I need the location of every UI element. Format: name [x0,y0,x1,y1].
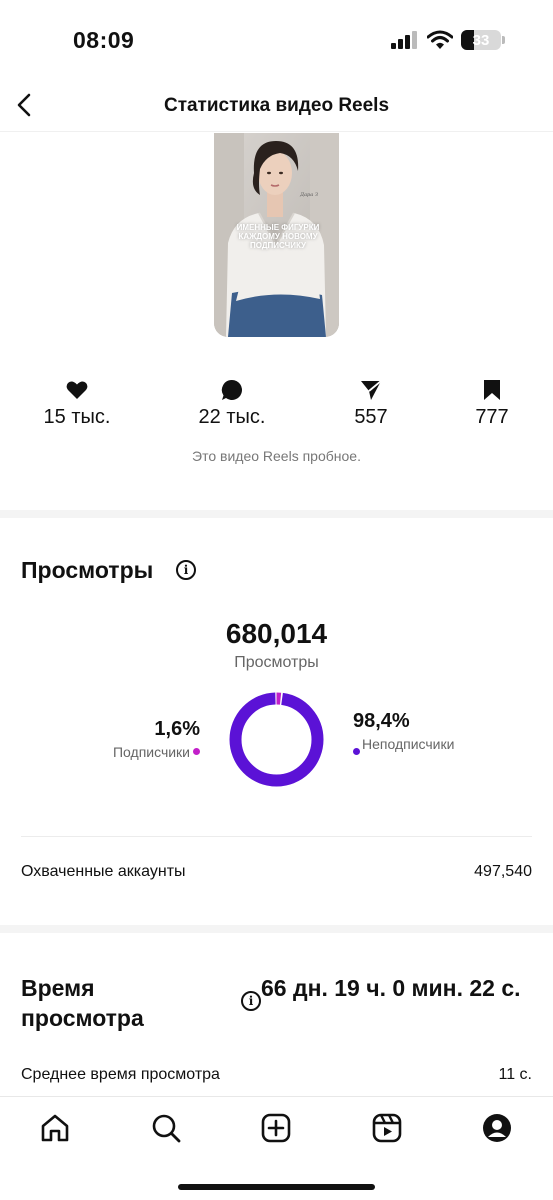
home-icon [41,1114,69,1142]
likes-count: 15 тыс. [43,406,111,428]
status-icons: 33 [391,30,505,50]
share-icon [361,380,382,400]
page-title: Статистика видео Reels [163,95,390,116]
reached-accounts-value: 497,540 [474,863,532,880]
followers-label: Подписчики [112,744,190,760]
followers-legend-dot [193,748,200,755]
saves-stat: 777 [432,378,552,429]
reached-accounts-label: Охваченные аккаунты [21,863,186,880]
trial-note: Это видео Reels пробное. [192,448,361,464]
watch-time-value: 66 дн. 19 ч. 0 мин. 22 с. [261,975,521,1001]
avg-watch-time-label: Среднее время просмотра [21,1066,220,1083]
profile-icon [483,1114,511,1142]
comments-stat: 22 тыс. [172,378,292,429]
battery-icon: 33 [461,30,505,50]
tab-create[interactable] [259,1111,293,1145]
home-indicator [178,1184,375,1190]
row-divider [21,836,532,837]
section-divider [0,510,553,518]
reels-icon [372,1113,402,1143]
non-followers-legend-dot [353,748,360,755]
status-time: 08:09 [73,27,135,53]
comment-icon [221,379,242,400]
signal-icon [391,31,417,49]
reel-signature: Дара З [300,192,318,198]
search-icon [152,1114,181,1143]
followers-percent: 1,6% [154,718,200,740]
views-total-label: Просмотры [234,654,319,671]
donut-segment-non-followers [229,692,324,787]
battery-level: 33 [472,31,490,49]
non-followers-percent: 98,4% [353,710,410,732]
tab-home[interactable] [38,1111,72,1145]
section-divider [0,925,553,933]
shares-count: 557 [354,406,388,428]
bookmark-icon [484,380,500,400]
engagement-stats: 15 тыс. 22 тыс. 557 777 [0,378,553,438]
reel-caption: ИМЕННЫЕ ФИГУРКИ КАЖДОМУ НОВОМУ ПОДПИСЧИК… [236,223,320,250]
wifi-icon [427,30,453,49]
watch-time-info-icon[interactable]: i [241,991,261,1011]
watch-time-title: Время просмотра [21,975,144,1031]
views-donut-chart [229,692,324,787]
saves-count: 777 [475,406,509,428]
avg-watch-time-value: 11 с. [498,1066,533,1083]
tab-search[interactable] [149,1111,183,1145]
tab-profile[interactable] [480,1111,514,1145]
shares-stat: 557 [311,378,431,429]
status-bar: 08:09 33 [0,0,553,80]
likes-stat: 15 тыс. [17,378,137,429]
views-info-icon[interactable]: i [176,560,196,580]
reel-thumbnail[interactable]: ИМЕННЫЕ ФИГУРКИ КАЖДОМУ НОВОМУ ПОДПИСЧИК… [214,133,339,337]
heart-icon [66,381,88,399]
comments-count: 22 тыс. [198,406,266,428]
views-title: Просмотры [21,557,154,583]
non-followers-label: Неподписчики [362,736,455,752]
tab-reels[interactable] [370,1111,404,1145]
create-icon [261,1113,291,1143]
nav-bar: Статистика видео Reels [0,80,553,132]
views-total: 680,014 [225,618,328,649]
